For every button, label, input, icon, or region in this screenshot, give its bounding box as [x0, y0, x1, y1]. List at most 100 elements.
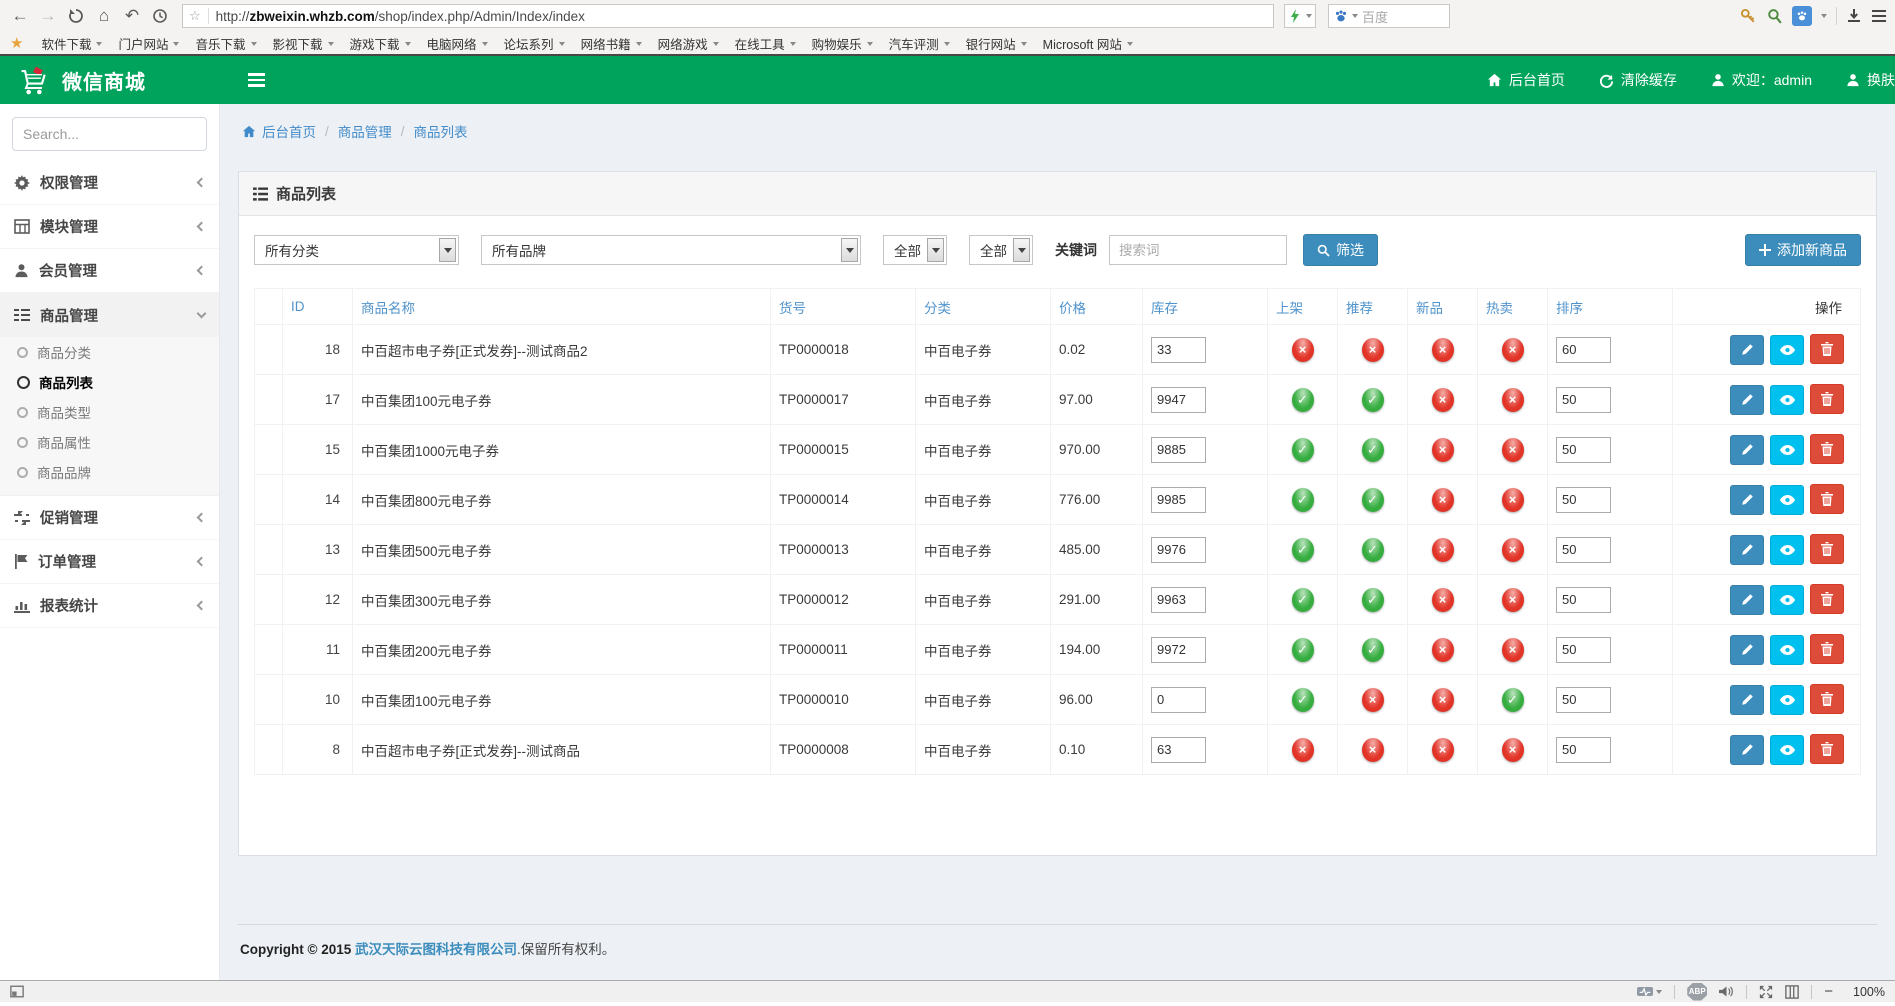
onsale-toggle-icon[interactable]: ✓: [1292, 488, 1314, 512]
hot-toggle-icon[interactable]: ×: [1502, 538, 1524, 562]
sidebar-item-product-brands[interactable]: 商品品牌: [0, 457, 219, 487]
sidebar-item-promotions[interactable]: 促销管理: [0, 496, 219, 540]
new-toggle-icon[interactable]: ×: [1432, 488, 1454, 512]
hot-toggle-icon[interactable]: ×: [1502, 738, 1524, 762]
onsale-toggle-icon[interactable]: ✓: [1292, 388, 1314, 412]
edit-button[interactable]: [1730, 735, 1764, 765]
hot-toggle-icon[interactable]: ×: [1502, 338, 1524, 362]
edit-button[interactable]: [1730, 635, 1764, 665]
new-toggle-icon[interactable]: ×: [1432, 338, 1454, 362]
fullscreen-icon[interactable]: [1759, 985, 1773, 999]
zoom-out-button[interactable]: −: [1824, 983, 1833, 1000]
bookmark-item[interactable]: 网络书籍: [577, 34, 654, 53]
hot-toggle-icon[interactable]: ×: [1502, 588, 1524, 612]
reading-columns-icon[interactable]: [1785, 985, 1799, 999]
delete-button[interactable]: [1810, 334, 1844, 364]
bookmark-item[interactable]: 游戏下载: [346, 34, 423, 53]
stock-input[interactable]: [1151, 737, 1206, 763]
sidebar-item-products[interactable]: 商品管理: [0, 293, 219, 337]
view-button[interactable]: [1770, 685, 1804, 715]
stock-input[interactable]: [1151, 587, 1206, 613]
url-bar[interactable]: ☆ http://zbweixin.whzb.com/shop/index.ph…: [182, 4, 1274, 28]
bookmark-item[interactable]: 汽车评测: [885, 34, 962, 53]
onsale-toggle-icon[interactable]: ✓: [1292, 438, 1314, 462]
stock-input[interactable]: [1151, 487, 1206, 513]
recommend-toggle-icon[interactable]: ×: [1362, 738, 1384, 762]
bookmark-item[interactable]: Microsoft 网站: [1039, 34, 1145, 53]
sort-input[interactable]: [1556, 737, 1611, 763]
new-toggle-icon[interactable]: ×: [1432, 438, 1454, 462]
keyword-input[interactable]: [1109, 235, 1287, 265]
home-icon[interactable]: ⌂: [92, 4, 116, 28]
delete-button[interactable]: [1810, 684, 1844, 714]
bookmark-item[interactable]: 网络游戏: [654, 34, 731, 53]
status-select[interactable]: 全部: [883, 235, 947, 265]
nav-admin-home[interactable]: 后台首页: [1470, 56, 1582, 104]
delete-button[interactable]: [1810, 384, 1844, 414]
sidebar-item-product-list[interactable]: 商品列表: [0, 367, 219, 397]
onsale-toggle-icon[interactable]: ✓: [1292, 588, 1314, 612]
hot-toggle-icon[interactable]: ✓: [1502, 688, 1524, 712]
stock-input[interactable]: [1151, 687, 1206, 713]
sidebar-item-product-types[interactable]: 商品类型: [0, 397, 219, 427]
delete-button[interactable]: [1810, 434, 1844, 464]
bookmark-item[interactable]: 银行网站: [962, 34, 1039, 53]
speaker-icon[interactable]: [1719, 985, 1734, 998]
delete-button[interactable]: [1810, 584, 1844, 614]
bookmark-star-icon[interactable]: ☆: [189, 8, 201, 24]
recommend-toggle-icon[interactable]: ✓: [1362, 388, 1384, 412]
stock-input[interactable]: [1151, 437, 1206, 463]
hot-toggle-icon[interactable]: ×: [1502, 488, 1524, 512]
sidebar-search-input[interactable]: [23, 126, 204, 142]
hot-toggle-icon[interactable]: ×: [1502, 638, 1524, 662]
stock-input[interactable]: [1151, 337, 1206, 363]
breadcrumb-products[interactable]: 商品管理: [338, 121, 392, 141]
new-toggle-icon[interactable]: ×: [1432, 638, 1454, 662]
bookmark-item[interactable]: 在线工具: [731, 34, 808, 53]
view-button[interactable]: [1770, 385, 1804, 415]
nav-clear-cache[interactable]: 清除缓存: [1582, 56, 1694, 104]
sort-input[interactable]: [1556, 537, 1611, 563]
recommend-toggle-icon[interactable]: ×: [1362, 338, 1384, 362]
form-fill-icon[interactable]: [1766, 8, 1783, 25]
delete-button[interactable]: [1810, 734, 1844, 764]
download-icon[interactable]: [1846, 8, 1862, 24]
bookmark-item[interactable]: 门户网站: [114, 34, 191, 53]
recommend-toggle-icon[interactable]: ×: [1362, 688, 1384, 712]
sidebar-item-members[interactable]: 会员管理: [0, 249, 219, 293]
bookmarks-star-icon[interactable]: ★: [10, 34, 23, 52]
sidebar-item-permissions[interactable]: 权限管理: [0, 161, 219, 205]
url-text[interactable]: http://zbweixin.whzb.com/shop/index.php/…: [216, 9, 585, 24]
edit-button[interactable]: [1730, 435, 1764, 465]
sort-input[interactable]: [1556, 487, 1611, 513]
delete-button[interactable]: [1810, 534, 1844, 564]
new-toggle-icon[interactable]: ×: [1432, 688, 1454, 712]
edit-button[interactable]: [1730, 685, 1764, 715]
bookmark-item[interactable]: 软件下载: [37, 34, 114, 53]
sidebar-search-box[interactable]: [12, 117, 207, 151]
new-toggle-icon[interactable]: ×: [1432, 738, 1454, 762]
plugin-button[interactable]: [1284, 4, 1316, 28]
company-link[interactable]: 武汉天际云图科技有限公司: [355, 942, 517, 957]
bookmark-item[interactable]: 影视下载: [269, 34, 346, 53]
recommend-toggle-icon[interactable]: ✓: [1362, 638, 1384, 662]
edit-button[interactable]: [1730, 485, 1764, 515]
translate-badge-icon[interactable]: [1792, 6, 1812, 26]
refresh-icon[interactable]: [64, 4, 88, 28]
edit-button[interactable]: [1730, 335, 1764, 365]
sort-input[interactable]: [1556, 587, 1611, 613]
stock-input[interactable]: [1151, 637, 1206, 663]
view-button[interactable]: [1770, 435, 1804, 465]
sidebar-item-reports[interactable]: 报表统计: [0, 584, 219, 628]
edit-button[interactable]: [1730, 385, 1764, 415]
plugin-caret-icon[interactable]: [1306, 14, 1312, 18]
menu-list-icon[interactable]: [1871, 8, 1887, 24]
stock-input[interactable]: [1151, 387, 1206, 413]
sort-input[interactable]: [1556, 687, 1611, 713]
zoom-level[interactable]: 100%: [1845, 985, 1885, 999]
onsale-toggle-icon[interactable]: ×: [1292, 338, 1314, 362]
breadcrumb-home[interactable]: 后台首页: [242, 121, 316, 141]
view-button[interactable]: [1770, 535, 1804, 565]
history-icon[interactable]: [148, 4, 172, 28]
add-product-button[interactable]: 添加新商品: [1745, 234, 1861, 266]
